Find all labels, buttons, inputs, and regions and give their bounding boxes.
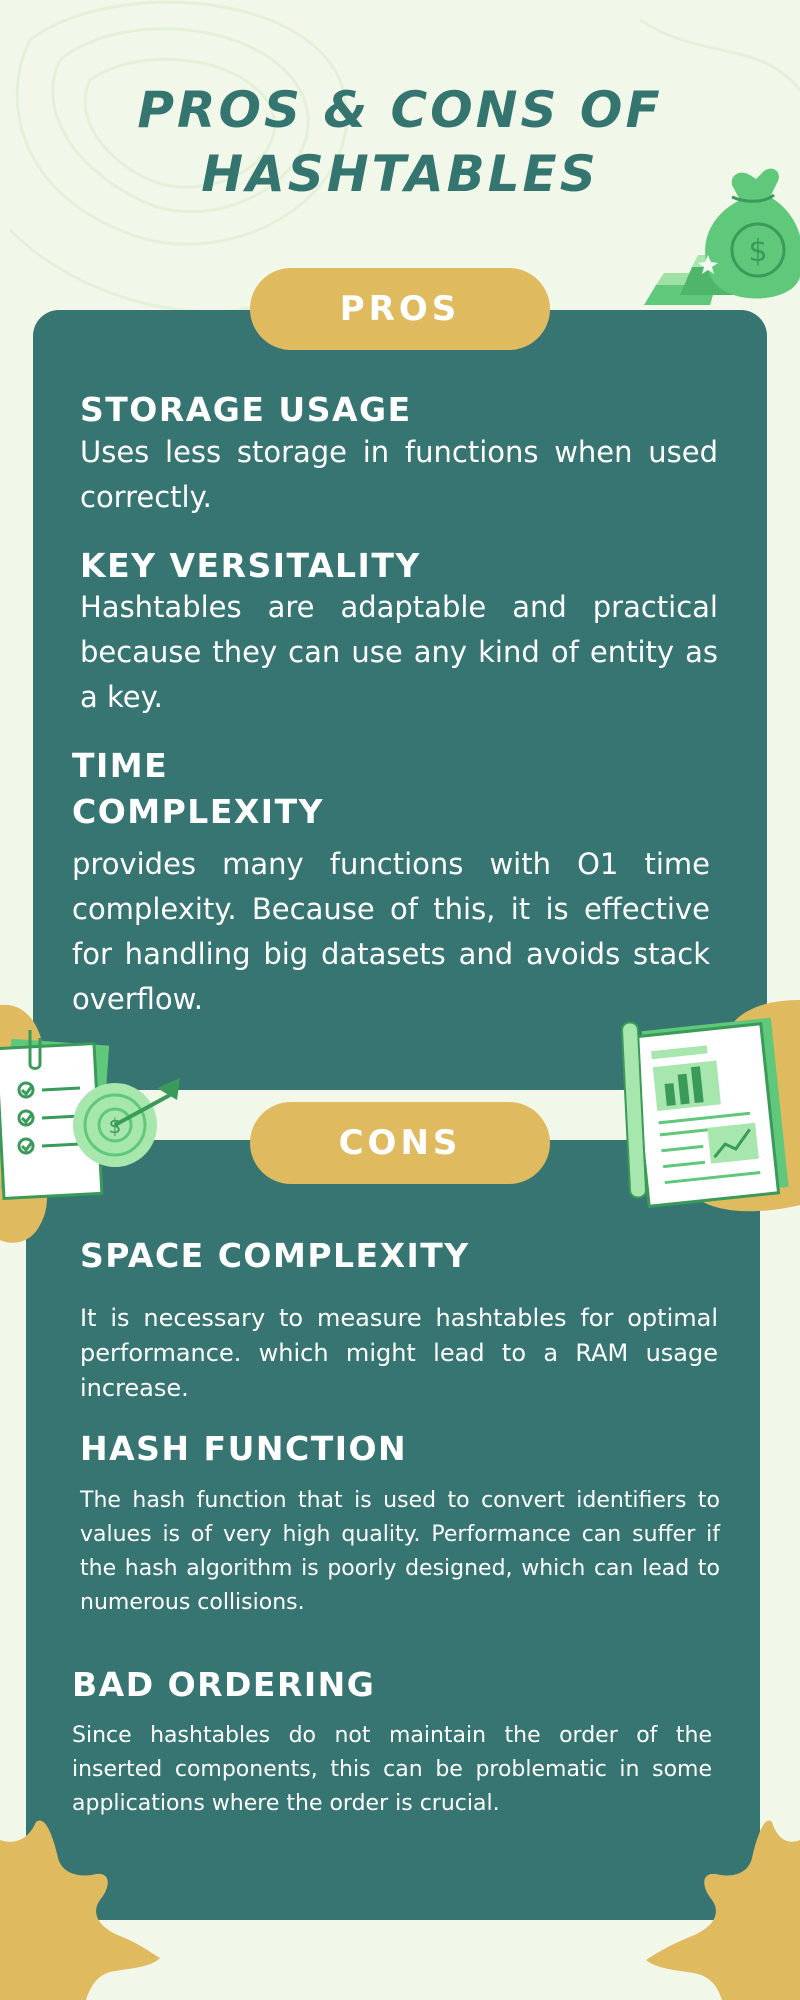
pros-item-body-key: Hashtables are adaptable and practical b… xyxy=(80,590,718,714)
star-shape-left xyxy=(0,1820,160,2000)
cons-item-body-ordering: Since hashtables do not maintain the ord… xyxy=(72,1723,712,1816)
money-bag-icon: $ xyxy=(644,168,800,305)
cons-label: CONS xyxy=(250,1102,550,1184)
cons-item-heading-space: SPACE COMPLEXITY xyxy=(80,1236,470,1275)
cons-item-body-space: It is necessary to measure hashtables fo… xyxy=(80,1304,718,1402)
target-dollar-icon: $ xyxy=(73,1078,180,1167)
pros-item-heading-time: TIME COMPLEXITY xyxy=(72,743,324,835)
cons-item-heading-hash: HASH FUNCTION xyxy=(80,1429,408,1468)
cons-item-heading-ordering: BAD ORDERING xyxy=(72,1665,376,1704)
svg-text:$: $ xyxy=(109,1114,122,1138)
pros-item-heading-time-line2: COMPLEXITY xyxy=(72,792,324,831)
pros-item-heading-storage: STORAGE USAGE xyxy=(80,390,412,429)
pros-label: PROS xyxy=(250,268,550,350)
pros-item-heading-key: KEY VERSITALITY xyxy=(80,546,421,585)
title-line-1: PROS & CONS OF xyxy=(137,81,663,139)
pros-item-body-time: provides many functions with O1 time com… xyxy=(72,847,710,1016)
cons-item-body-hash: The hash function that is used to conver… xyxy=(80,1488,720,1615)
svg-text:$: $ xyxy=(748,234,767,269)
pros-item-body-storage: Uses less storage in functions when used… xyxy=(80,435,718,514)
star-shape-right xyxy=(646,1820,800,2000)
report-document-icon xyxy=(620,1000,800,1212)
pros-item-heading-time-line1: TIME xyxy=(72,746,169,785)
